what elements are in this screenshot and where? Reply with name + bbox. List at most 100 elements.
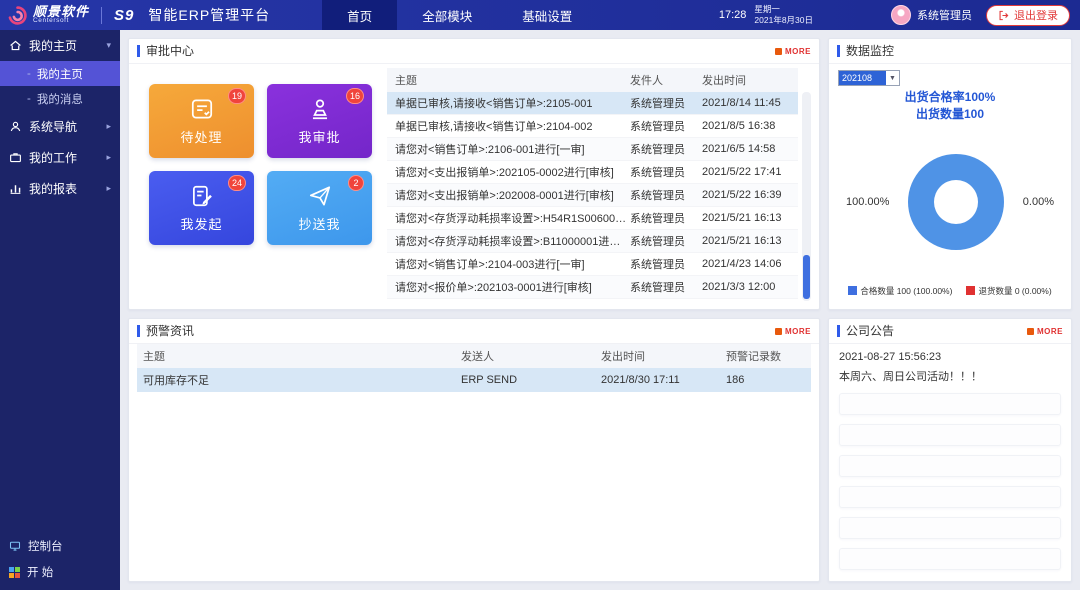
col-alert-count: 预警记录数 — [726, 348, 811, 364]
briefcase-icon — [9, 151, 22, 164]
start-button[interactable]: 开 始 — [0, 559, 120, 585]
col-sender: 发送人 — [461, 348, 601, 364]
sidebar-subitem-my-messages[interactable]: 我的消息 — [0, 86, 120, 111]
pass-rate-text: 出货合格率100% — [838, 89, 1062, 106]
table-row[interactable]: 请您对<支出报销单>:202105-0002进行[审核] 系统管理员 2021/… — [387, 161, 798, 184]
scrollbar-thumb[interactable] — [803, 255, 810, 299]
weekday: 星期一 — [754, 4, 813, 15]
subject-cell: 请您对<存货浮动耗损率设置>:H54R1S006002进行[审核] — [387, 210, 630, 226]
table-row[interactable]: 单据已审核,请接收<销售订单>:2104-002 系统管理员 2021/8/5 … — [387, 115, 798, 138]
subject-cell: 请您对<存货浮动耗损率设置>:B11000001进行[审核] — [387, 233, 630, 249]
sidebar-item-my-work[interactable]: 我的工作 ▸ — [0, 142, 120, 173]
col-subject: 主题 — [387, 72, 630, 88]
table-row[interactable]: 请您对<销售订单>:2104-003进行[一审] 系统管理员 2021/4/23… — [387, 253, 798, 276]
approval-table: 主题 发件人 发出时间 单据已审核,请接收<销售订单>:2105-001 系统管… — [387, 68, 811, 301]
table-row[interactable]: 请您对<支出报销单>:202008-0001进行[审核] 系统管理员 2021/… — [387, 184, 798, 207]
chevron-right-icon: ▸ — [106, 121, 111, 132]
col-send-time: 发出时间 — [601, 348, 726, 364]
nav-home[interactable]: 首页 — [322, 0, 397, 30]
tile-pending[interactable]: 待处理 19 — [149, 84, 254, 158]
sidebar-footer: 控制台 开 始 — [0, 533, 120, 585]
company-logo-icon — [7, 5, 28, 26]
clipboard-clock-icon — [189, 96, 215, 122]
sidebar-item-my-home[interactable]: 我的主页 ▾ — [0, 30, 120, 61]
table-row[interactable]: 请您对<存货浮动耗损率设置>:B11000001进行[审核] 系统管理员 202… — [387, 230, 798, 253]
sender-cell: 系统管理员 — [630, 141, 702, 157]
sender-cell: 系统管理员 — [630, 279, 702, 295]
panel-header: 审批中心 MORE — [129, 39, 819, 64]
announcement-empty-row — [839, 517, 1061, 539]
monitor-stats: 出货合格率100% 出货数量100 — [838, 89, 1062, 123]
sender-cell: 系统管理员 — [630, 233, 702, 249]
s9-logo: S9 — [114, 7, 134, 24]
legend-label: 退货数量 0 (0.00%) — [978, 286, 1051, 296]
panel-title: 审批中心 — [137, 45, 194, 57]
time-cell: 2021/3/3 12:00 — [702, 281, 798, 293]
time-cell: 2021/4/23 14:06 — [702, 258, 798, 270]
time-cell: 2021/5/21 16:13 — [702, 235, 798, 247]
table-row[interactable]: 请您对<报价单>:202103-0001进行[审核] 系统管理员 2021/3/… — [387, 276, 798, 299]
logout-button[interactable]: 退出登录 — [986, 5, 1070, 26]
stamp-icon — [307, 96, 333, 122]
console-button[interactable]: 控制台 — [0, 533, 120, 559]
subject-cell: 单据已审核,请接收<销售订单>:2105-001 — [387, 95, 630, 111]
tile-cc-to-me[interactable]: 抄送我 2 — [267, 171, 372, 245]
sender-cell: 系统管理员 — [630, 118, 702, 134]
sidebar-subitem-my-home[interactable]: 我的主页 — [0, 61, 120, 86]
chevron-right-icon: ▸ — [106, 152, 111, 163]
donut-right-label: 0.00% — [1023, 196, 1054, 208]
sidebar-item-system-nav[interactable]: 系统导航 ▸ — [0, 111, 120, 142]
donut-chart-area: 100.00% 0.00% — [838, 123, 1062, 281]
chevron-down-icon: ▾ — [106, 40, 111, 51]
username: 系统管理员 — [917, 7, 972, 23]
announcement-text[interactable]: 本周六、周日公司活动！！！ — [839, 368, 1061, 384]
sidebar: 我的主页 ▾ 我的主页 我的消息 系统导航 ▸ 我的工作 ▸ 我的报表 ▸ 控制… — [0, 30, 120, 590]
announcement-time: 2021-08-27 15:56:23 — [839, 351, 1061, 363]
tile-initiated-by-me[interactable]: 我发起 24 — [149, 171, 254, 245]
sidebar-item-my-reports[interactable]: 我的报表 ▸ — [0, 173, 120, 204]
sidebar-item-label: 我的工作 — [29, 149, 77, 166]
period-value: 202108 — [839, 71, 886, 85]
approval-body: 待处理 19 我审批 16 我发起 24 — [129, 64, 819, 309]
chevron-right-icon: ▸ — [106, 183, 111, 194]
announcement-empty-row — [839, 393, 1061, 415]
time-cell: 2021/5/22 16:39 — [702, 189, 798, 201]
table-row[interactable]: 请您对<存货浮动耗损率设置>:H54R1S006002进行[审核] 系统管理员 … — [387, 207, 798, 230]
announcements-panel: 公司公告 MORE 2021-08-27 15:56:23 本周六、周日公司活动… — [828, 318, 1072, 582]
user-icon — [9, 120, 22, 133]
period-select[interactable]: 202108 ▼ — [838, 70, 900, 86]
sidebar-item-label: 系统导航 — [29, 118, 77, 135]
announcements-more-link[interactable]: MORE — [1027, 327, 1063, 336]
tile-label: 待处理 — [180, 127, 222, 146]
announcement-empty-row — [839, 486, 1061, 508]
main-content: 审批中心 MORE 待处理 19 我审批 16 — [120, 30, 1080, 590]
sender-cell: 系统管理员 — [630, 187, 702, 203]
start-label: 开 始 — [27, 564, 53, 580]
table-row[interactable]: 可用库存不足 ERP SEND 2021/8/30 17:11 186 — [137, 368, 811, 392]
my-approvals-badge: 16 — [346, 88, 364, 104]
subject-cell: 请您对<销售订单>:2104-003进行[一审] — [387, 256, 630, 272]
approval-more-link[interactable]: MORE — [775, 47, 811, 56]
time-cell: 2021/8/14 11:45 — [702, 97, 798, 109]
table-row[interactable]: 单据已审核,请接收<销售订单>:2105-001 系统管理员 2021/8/14… — [387, 92, 798, 115]
tile-my-approvals[interactable]: 我审批 16 — [267, 84, 372, 158]
sender-cell: 系统管理员 — [630, 95, 702, 111]
alerts-more-link[interactable]: MORE — [775, 327, 811, 336]
announcement-empty-row — [839, 548, 1061, 570]
subject-cell: 请您对<支出报销单>:202105-0002进行[审核] — [387, 164, 630, 180]
nav-all-modules[interactable]: 全部模块 — [397, 0, 497, 30]
shipment-count-text: 出货数量100 — [838, 106, 1062, 123]
table-scrollbar[interactable] — [802, 92, 811, 301]
time-cell: 2021/8/30 17:11 — [601, 374, 726, 386]
pending-badge: 19 — [228, 88, 246, 104]
sender-cell: 系统管理员 — [630, 210, 702, 226]
nav-basic-settings[interactable]: 基础设置 — [497, 0, 597, 30]
table-row[interactable]: 请您对<销售订单>:2106-001进行[一审] 系统管理员 2021/6/5 … — [387, 138, 798, 161]
date-box: 星期一 2021年8月30日 — [754, 4, 813, 27]
brand-divider — [101, 7, 102, 24]
col-sender: 发件人 — [630, 72, 702, 88]
user-avatar[interactable] — [891, 5, 911, 25]
edit-document-icon — [189, 183, 215, 209]
time-cell: 2021/5/21 16:13 — [702, 212, 798, 224]
announcements-body: 2021-08-27 15:56:23 本周六、周日公司活动！！！ — [829, 344, 1071, 581]
